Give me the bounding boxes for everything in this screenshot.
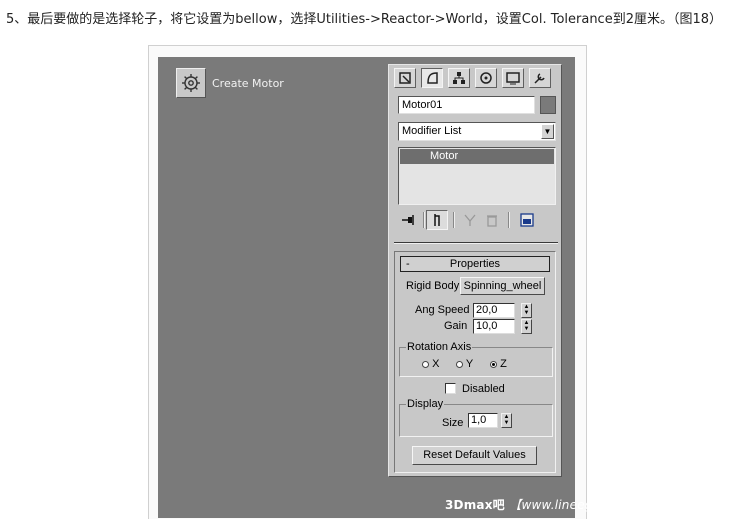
hierarchy-icon	[453, 72, 465, 84]
tab-motion[interactable]	[475, 68, 497, 88]
size-label: Size	[442, 417, 464, 429]
show-end-result-icon[interactable]	[426, 210, 448, 230]
utilities-icon	[534, 73, 545, 84]
axis-y-option[interactable]: Y	[456, 358, 473, 370]
create-icon	[399, 72, 411, 84]
tab-hierarchy[interactable]	[448, 68, 470, 88]
axis-y-label: Y	[465, 358, 474, 370]
display-icon	[506, 72, 520, 85]
axis-z-label: Z	[500, 358, 507, 370]
make-unique-icon[interactable]	[459, 210, 481, 230]
ang-speed-label: Ang Speed	[415, 304, 470, 316]
modify-icon	[427, 72, 438, 84]
axis-x-label: X	[432, 358, 440, 370]
properties-rollout: - Properties Rigid Body Spinning_wheel A…	[394, 251, 556, 473]
modifier-list-dropdown[interactable]: Modifier List ▼	[398, 122, 556, 141]
reset-default-values-button[interactable]: Reset Default Values	[412, 446, 537, 465]
axis-y-radio[interactable]	[456, 360, 463, 368]
watermark: 3Dmax吧 【www.lineeg.com/tieba/1771】	[445, 496, 706, 513]
rigid-body-pick-button[interactable]: Spinning_wheel	[460, 277, 545, 295]
collapse-icon: -	[406, 258, 410, 270]
axis-x-option[interactable]: X	[422, 358, 439, 370]
tab-display[interactable]	[502, 68, 524, 88]
rotation-axis-title: Rotation Axis	[406, 341, 473, 353]
object-name-field[interactable]: Motor01	[398, 96, 535, 114]
remove-modifier-icon[interactable]	[481, 210, 503, 230]
tab-modify[interactable]	[421, 68, 443, 88]
axis-x-radio[interactable]	[422, 360, 429, 368]
divider	[394, 242, 558, 244]
properties-rollout-header[interactable]: - Properties	[400, 256, 550, 272]
tutorial-caption: 5、最后要做的是选择轮子，将它设置为bellow，选择Utilities->Re…	[6, 12, 723, 27]
stack-item-motor[interactable]: Motor	[400, 149, 554, 164]
watermark-url: 【www.lineeg.com/tieba/1771】	[509, 498, 707, 512]
axis-z-option[interactable]: Z	[490, 358, 507, 370]
properties-title: Properties	[449, 258, 501, 270]
ang-speed-field[interactable]: 20,0	[473, 303, 515, 318]
pin-stack-icon[interactable]	[398, 210, 420, 230]
gain-label: Gain	[444, 320, 468, 332]
size-field[interactable]: 1,0	[468, 413, 498, 428]
modifier-list-label: Modifier List	[402, 125, 462, 137]
rotation-axis-group: Rotation Axis X Y Z	[399, 341, 553, 377]
gain-field[interactable]: 10,0	[473, 319, 515, 334]
display-group: Display Size 1,0 ▲ ▼	[399, 398, 553, 437]
gain-spinner[interactable]: ▲ ▼	[521, 319, 532, 334]
axis-z-radio[interactable]	[490, 360, 497, 368]
object-color-swatch[interactable]	[540, 96, 556, 114]
display-title: Display	[406, 398, 445, 410]
rigid-body-label: Rigid Body	[406, 280, 460, 292]
ang-speed-spinner[interactable]: ▲ ▼	[521, 303, 532, 318]
configure-modifier-sets-icon[interactable]	[516, 210, 538, 230]
disabled-label: Disabled	[462, 383, 505, 395]
create-motor-label: Create Motor	[212, 77, 284, 90]
motion-icon	[480, 72, 492, 84]
command-panel: Motor01 Modifier List ▼ Motor - Properti…	[388, 64, 562, 477]
size-spinner[interactable]: ▲ ▼	[501, 413, 512, 428]
tab-create[interactable]	[394, 68, 416, 88]
stack-toolbar	[398, 210, 556, 230]
tab-utilities[interactable]	[529, 68, 551, 88]
motor-gear-icon[interactable]	[176, 68, 206, 98]
chevron-down-icon[interactable]: ▼	[541, 124, 554, 139]
watermark-brand: 3Dmax吧	[445, 498, 505, 512]
modifier-stack[interactable]: Motor	[398, 147, 556, 205]
disabled-checkbox[interactable]	[445, 383, 456, 394]
